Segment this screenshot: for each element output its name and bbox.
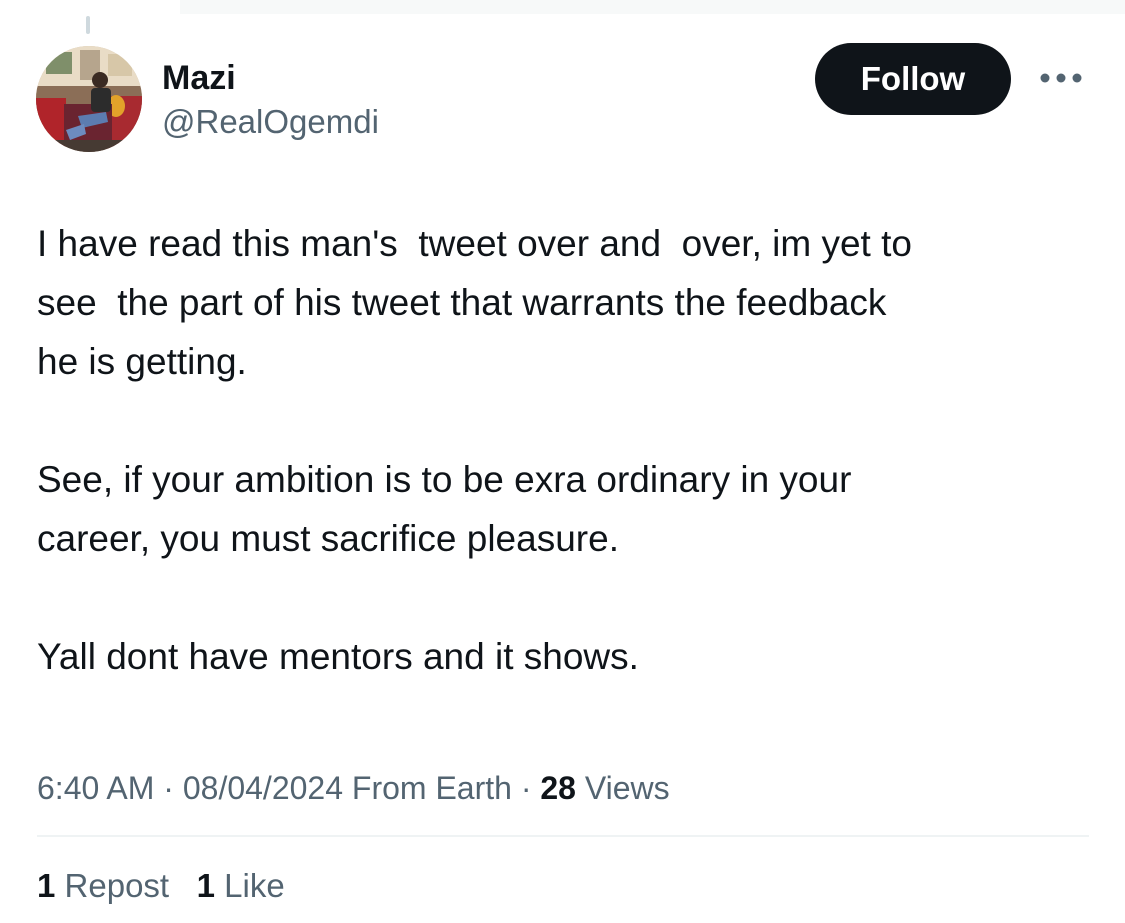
views-label: Views (575, 770, 670, 806)
meta-separator: · (154, 770, 183, 806)
previous-tweet-edge (180, 0, 1125, 14)
engagement-stats: 1 Repost 1 Like (37, 864, 285, 908)
tweet-paragraph: Yall dont have mentors and it shows. (37, 627, 1097, 686)
more-horizontal-icon (1040, 73, 1082, 83)
follow-button[interactable]: Follow (815, 43, 1011, 115)
tweet-paragraph: I have read this man's tweet over and ov… (37, 214, 1097, 391)
meta-separator: · (511, 770, 541, 806)
display-name[interactable]: Mazi (162, 58, 236, 98)
avatar[interactable] (36, 46, 142, 152)
tweet-time[interactable]: 6:40 AM (37, 770, 154, 806)
tweet-line: he is getting. (37, 341, 247, 382)
tweet-line: See, if your ambition is to be exra ordi… (37, 459, 852, 500)
tweet-source: From Earth (343, 770, 512, 806)
tweet-line: career, you must sacrifice pleasure. (37, 518, 619, 559)
tweet-line: Yall dont have mentors and it shows. (37, 636, 639, 677)
user-handle[interactable]: @RealOgemdi (162, 102, 379, 142)
more-options-button[interactable] (1036, 64, 1086, 92)
tweet-paragraph: See, if your ambition is to be exra ordi… (37, 450, 1097, 568)
divider (37, 835, 1089, 837)
likes-label: Like (214, 867, 285, 904)
stat-spacer (169, 867, 197, 904)
tweet-line: I have read this man's tweet over and ov… (37, 223, 912, 264)
reposts-count: 1 (37, 867, 56, 904)
tweet-date[interactable]: 08/04/2024 (183, 770, 343, 806)
likes-count: 1 (196, 867, 215, 904)
tweet-text: I have read this man's tweet over and ov… (37, 214, 1097, 686)
avatar-photo (36, 46, 142, 152)
thread-connector-line (86, 16, 90, 34)
tweet-line: see the part of his tweet that warrants … (37, 282, 887, 323)
likes-stat[interactable]: 1 Like (197, 864, 285, 908)
reposts-label: Repost (55, 867, 170, 904)
views-count: 28 (540, 770, 576, 806)
tweet-metadata: 6:40 AM · 08/04/2024 From Earth · 28 Vie… (37, 766, 670, 810)
reposts-stat[interactable]: 1 Repost (37, 864, 169, 908)
